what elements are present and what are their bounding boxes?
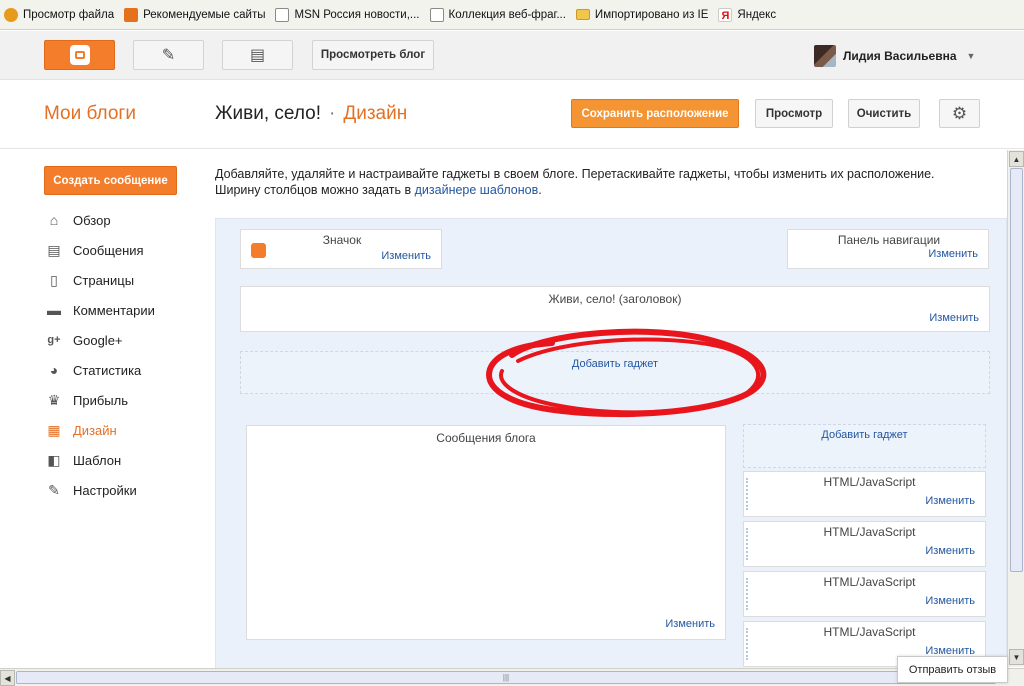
navbar-gadget[interactable]: Панель навигации Изменить <box>787 229 989 269</box>
edit-link[interactable]: Изменить <box>925 545 975 557</box>
pages-icon: ▯ <box>50 271 58 288</box>
favorites-bar: Просмотр файла Рекомендуемые сайты MSN Р… <box>0 0 1024 30</box>
html-javascript-gadget[interactable]: HTML/JavaScript Изменить <box>743 571 986 617</box>
favorite-link[interactable]: Я Яндекс <box>718 7 776 22</box>
gadget-title: Живи, село! (заголовок) <box>548 292 682 306</box>
sidebar-item-comments[interactable]: ▬ Комментарии <box>44 295 204 325</box>
page-description: Добавляйте, удаляйте и настраивайте гадж… <box>215 167 935 197</box>
chevron-down-icon: ▼ <box>966 51 976 61</box>
user-menu[interactable]: Лидия Васильевна ▼ <box>814 45 975 67</box>
blog-name[interactable]: Живи, село! <box>215 103 321 124</box>
layout-canvas: Значок Изменить Панель навигации Изменит… <box>215 218 1007 686</box>
red-highlight-circle <box>486 328 767 418</box>
comments-icon: ▬ <box>47 302 61 318</box>
page-icon <box>429 7 444 22</box>
scroll-up-arrow-icon[interactable]: ▲ <box>1009 151 1024 167</box>
gadget-title: Панель навигации <box>837 233 941 247</box>
sidebar-item-settings[interactable]: ✎ Настройки <box>44 475 204 505</box>
breadcrumb: Живи, село! · Дизайн <box>215 103 407 125</box>
save-arrangement-button[interactable]: Сохранить расположение <box>571 99 739 128</box>
template-designer-link[interactable]: дизайнере шаблонов <box>415 183 539 197</box>
suggested-sites-icon <box>124 7 139 22</box>
add-gadget-slot[interactable]: Добавить гаджет <box>743 424 986 468</box>
preview-button[interactable]: Просмотр <box>755 99 833 128</box>
section-title: Дизайн <box>343 103 408 124</box>
edit-link[interactable]: Изменить <box>929 312 979 324</box>
clear-button[interactable]: Очистить <box>848 99 920 128</box>
template-icon: ◧ <box>47 451 61 468</box>
scroll-left-arrow-icon[interactable]: ◀ <box>0 670 15 686</box>
earnings-icon: ♛ <box>47 391 61 408</box>
avatar <box>814 45 836 67</box>
scrollbar-thumb[interactable] <box>1010 168 1023 572</box>
gadget-title: HTML/JavaScript <box>823 575 916 589</box>
sidebar-item-google-plus[interactable]: g+ Google+ <box>44 325 204 355</box>
html-javascript-gadget[interactable]: HTML/JavaScript Изменить <box>743 521 986 567</box>
drag-handle[interactable] <box>746 528 749 560</box>
drag-handle[interactable] <box>746 478 749 510</box>
add-gadget-link[interactable]: Добавить гаджет <box>821 429 907 441</box>
favicon-gadget[interactable]: Значок Изменить <box>240 229 442 269</box>
html-javascript-gadget[interactable]: HTML/JavaScript Изменить <box>743 471 986 517</box>
posts-icon: ▤ <box>47 241 61 258</box>
favorite-folder[interactable]: Импортировано из IE <box>575 9 708 21</box>
sidebar-item-earnings[interactable]: ♛ Прибыль <box>44 385 204 415</box>
sidebar-item-template[interactable]: ◧ Шаблон <box>44 445 204 475</box>
blogger-icon <box>69 45 90 65</box>
app-bar: ✎ ▤ Просмотреть блог Лидия Васильевна ▼ <box>0 31 1024 80</box>
gadget-title: HTML/JavaScript <box>823 475 916 489</box>
gadget-title: Сообщения блога <box>436 431 536 445</box>
scrollbar-thumb[interactable]: ||| <box>16 671 996 684</box>
favorite-link[interactable]: Просмотр файла <box>4 7 114 22</box>
user-name: Лидия Васильевна <box>843 49 957 63</box>
view-blog-button[interactable]: Просмотреть блог <box>312 40 434 70</box>
edit-link[interactable]: Изменить <box>925 495 975 507</box>
layout-icon: ▦ <box>47 421 61 438</box>
google-plus-icon: g+ <box>47 334 61 346</box>
sidebar-item-overview[interactable]: ⌂ Обзор <box>44 205 204 235</box>
favorite-link[interactable]: MSN Россия новости,... <box>275 7 420 22</box>
drag-handle[interactable] <box>746 628 749 660</box>
drag-handle[interactable] <box>746 578 749 610</box>
my-blogs-link[interactable]: Мои блоги <box>44 103 136 125</box>
sidebar-item-posts[interactable]: ▤ Сообщения <box>44 235 204 265</box>
create-post-button[interactable]: Создать сообщение <box>44 166 177 195</box>
page-header: Мои блоги Живи, село! · Дизайн Сохранить р… <box>0 81 1024 149</box>
posts-list-button[interactable]: ▤ <box>222 40 293 70</box>
page-icon <box>275 7 290 22</box>
home-icon: ⌂ <box>49 212 59 228</box>
edit-link[interactable]: Изменить <box>665 618 715 630</box>
edit-link[interactable]: Изменить <box>381 250 431 262</box>
sidebar-item-stats[interactable]: ◕ Статистика <box>44 355 204 385</box>
ie-icon <box>4 7 18 22</box>
favorite-link[interactable]: Коллекция веб-фраг... <box>429 7 566 22</box>
new-post-button[interactable]: ✎ <box>133 40 204 70</box>
settings-button[interactable]: ⚙ <box>939 99 980 128</box>
scroll-down-arrow-icon[interactable]: ▼ <box>1009 649 1024 665</box>
vertical-scrollbar[interactable]: ▲ ▼ <box>1007 150 1024 667</box>
blog-posts-gadget[interactable]: Сообщения блога Изменить <box>246 425 726 640</box>
gadget-title: HTML/JavaScript <box>823 525 916 539</box>
horizontal-scrollbar[interactable]: ◀ ||| <box>0 668 1024 686</box>
send-feedback-button[interactable]: Отправить отзыв <box>897 656 1008 683</box>
blogger-logo-button[interactable] <box>44 40 115 70</box>
edit-link[interactable]: Изменить <box>928 248 978 260</box>
pencil-icon: ✎ <box>161 47 176 64</box>
sidebar-nav: ⌂ Обзор ▤ Сообщения ▯ Страницы ▬ Комментарии… <box>44 205 204 505</box>
stats-icon: ◕ <box>49 362 59 378</box>
gadget-title: Значок <box>322 233 362 247</box>
gadget-title: HTML/JavaScript <box>823 625 916 639</box>
gear-icon: ⚙ <box>951 103 968 123</box>
folder-icon <box>575 9 590 20</box>
settings-icon: ✎ <box>48 481 60 498</box>
sidebar-item-layout[interactable]: ▦ Дизайн <box>44 415 204 445</box>
breadcrumb-separator: · <box>329 103 336 124</box>
documents-icon: ▤ <box>249 47 266 64</box>
sidebar-item-pages[interactable]: ▯ Страницы <box>44 265 204 295</box>
yandex-icon: Я <box>718 7 733 22</box>
edit-link[interactable]: Изменить <box>925 595 975 607</box>
favorite-link[interactable]: Рекомендуемые сайты <box>124 7 265 22</box>
